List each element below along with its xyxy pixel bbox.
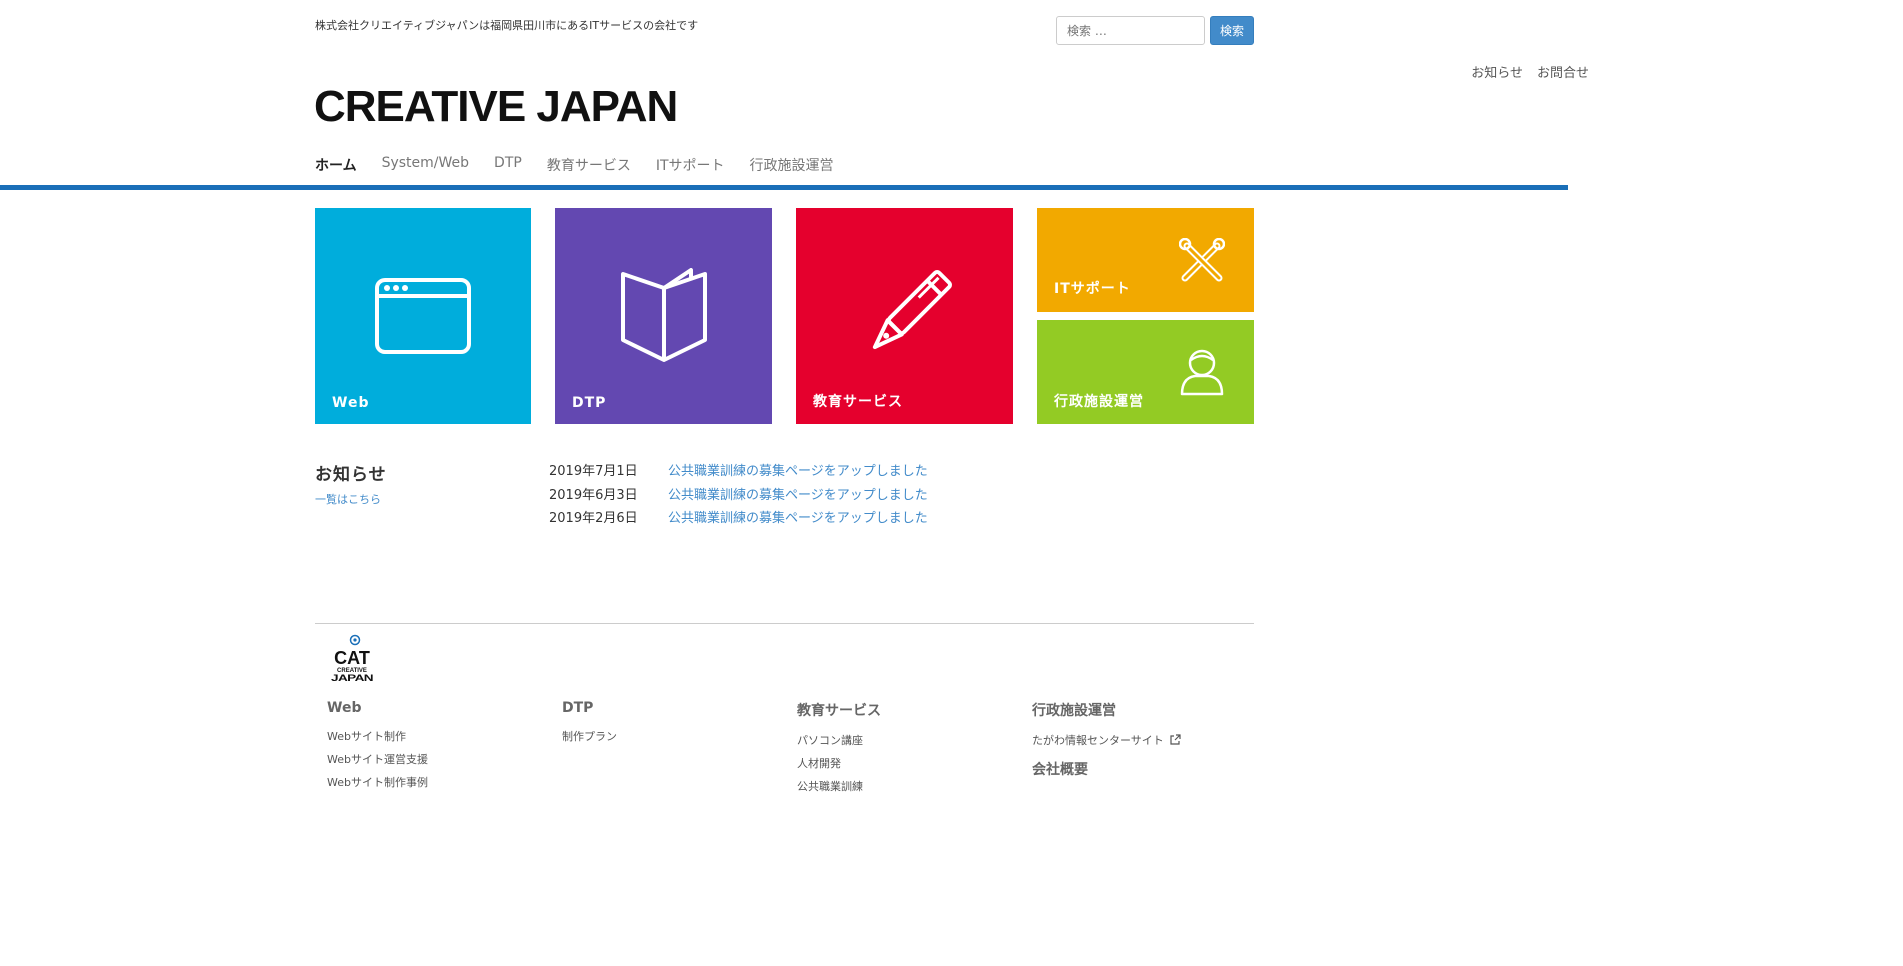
svg-text:CREATIVE: CREATIVE bbox=[337, 668, 367, 674]
footer-logo-text: JAPAN bbox=[331, 673, 373, 683]
site-tagline: 株式会社クリエイティブジャパンは福岡県田川市にあるITサービスの会社です bbox=[315, 19, 699, 32]
footer-link[interactable]: Webサイト制作 bbox=[327, 728, 428, 751]
search-button[interactable]: 検索 bbox=[1210, 16, 1254, 45]
footer-link[interactable]: 制作プラン bbox=[562, 728, 617, 751]
open-book-icon bbox=[621, 268, 707, 362]
footer-col-title: 教育サービス bbox=[797, 703, 881, 719]
footer-link[interactable]: 人材開発 bbox=[797, 755, 881, 778]
news-date: 2019年6月3日 bbox=[549, 487, 638, 503]
tile-it-support-label: ITサポート bbox=[1054, 281, 1131, 297]
footer-link[interactable]: たがわ情報センターサイト bbox=[1032, 732, 1181, 755]
search-form: 検索 bbox=[1056, 16, 1254, 45]
footer-col-web: Web Webサイト制作 Webサイト運営支援 Webサイト制作事例 bbox=[327, 700, 428, 797]
footer-col-dtp: DTP 制作プラン bbox=[562, 700, 617, 751]
news-item-link[interactable]: 公共職業訓練の募集ページをアップしました bbox=[668, 484, 928, 508]
news-item: 2019年6月3日 公共職業訓練の募集ページをアップしました bbox=[549, 484, 928, 508]
tile-dtp-label: DTP bbox=[572, 395, 607, 411]
news-heading: お知らせ bbox=[315, 465, 387, 485]
nav-item-it-support[interactable]: ITサポート bbox=[656, 155, 725, 175]
footer-logo[interactable]: CAT JAPAN CREATIVE bbox=[330, 634, 374, 684]
browser-window-icon bbox=[375, 278, 471, 354]
footer-link-label: たがわ情報センターサイト bbox=[1032, 734, 1164, 747]
tile-facility-label: 行政施設運営 bbox=[1054, 394, 1144, 410]
site-logo[interactable]: CREATIVE JAPAN bbox=[314, 82, 678, 132]
header-accent-bar bbox=[0, 185, 1568, 190]
footer-link[interactable]: Webサイト運営支援 bbox=[327, 751, 428, 774]
tile-it-support[interactable]: ITサポート bbox=[1037, 208, 1254, 312]
utility-links: お知らせ お問合せ bbox=[1471, 62, 1589, 81]
footer-col-education: 教育サービス パソコン講座 人材開発 公共職業訓練 bbox=[797, 700, 881, 801]
news-item-link[interactable]: 公共職業訓練の募集ページをアップしました bbox=[668, 460, 928, 484]
news-item: 2019年7月1日 公共職業訓練の募集ページをアップしました bbox=[549, 460, 928, 484]
nav-item-system-web[interactable]: System/Web bbox=[382, 155, 469, 175]
person-icon bbox=[1180, 349, 1224, 396]
footer-col-title-company: 会社概要 bbox=[1032, 762, 1088, 778]
footer-link[interactable]: Webサイト制作事例 bbox=[327, 774, 428, 797]
news-date: 2019年7月1日 bbox=[549, 464, 638, 479]
news-item-link[interactable]: 公共職業訓練の募集ページをアップしました bbox=[668, 507, 928, 531]
nav-item-facility[interactable]: 行政施設運営 bbox=[750, 155, 834, 175]
tile-facility[interactable]: 行政施設運営 bbox=[1037, 320, 1254, 424]
svg-text:CAT: CAT bbox=[334, 648, 370, 668]
main-nav: ホーム System/Web DTP 教育サービス ITサポート 行政施設運営 bbox=[315, 155, 859, 175]
nav-item-education[interactable]: 教育サービス bbox=[547, 155, 631, 175]
tile-dtp[interactable]: DTP bbox=[555, 208, 772, 424]
footer-divider bbox=[315, 623, 1254, 624]
news-link[interactable]: お知らせ bbox=[1471, 62, 1523, 81]
tile-web[interactable]: Web bbox=[315, 208, 531, 424]
tile-web-label: Web bbox=[332, 395, 370, 411]
news-list: 2019年7月1日 公共職業訓練の募集ページをアップしました 2019年6月3日… bbox=[549, 460, 928, 531]
contact-link[interactable]: お問合せ bbox=[1537, 62, 1589, 81]
footer-col-title: 行政施設運営 bbox=[1032, 703, 1116, 719]
footer-col-facility: 行政施設運営 たがわ情報センターサイト 会社概要 bbox=[1032, 700, 1181, 791]
news-date: 2019年2月6日 bbox=[549, 511, 638, 526]
pen-icon bbox=[872, 269, 953, 350]
news-all-link[interactable]: 一覧はこちら bbox=[315, 491, 381, 507]
news-item: 2019年2月6日 公共職業訓練の募集ページをアップしました bbox=[549, 507, 928, 531]
footer-link[interactable]: パソコン講座 bbox=[797, 732, 881, 755]
nav-item-dtp[interactable]: DTP bbox=[494, 155, 522, 175]
footer-link[interactable]: 公共職業訓練 bbox=[797, 778, 881, 801]
search-input[interactable] bbox=[1056, 16, 1205, 45]
footer-col-title: Web bbox=[327, 700, 362, 716]
tile-education-label: 教育サービス bbox=[813, 394, 903, 410]
tools-icon bbox=[1179, 238, 1225, 282]
tile-education[interactable]: 教育サービス bbox=[796, 208, 1013, 424]
footer-col-title: DTP bbox=[562, 700, 594, 716]
nav-item-home[interactable]: ホーム bbox=[315, 155, 357, 175]
external-link-icon bbox=[1170, 734, 1181, 745]
